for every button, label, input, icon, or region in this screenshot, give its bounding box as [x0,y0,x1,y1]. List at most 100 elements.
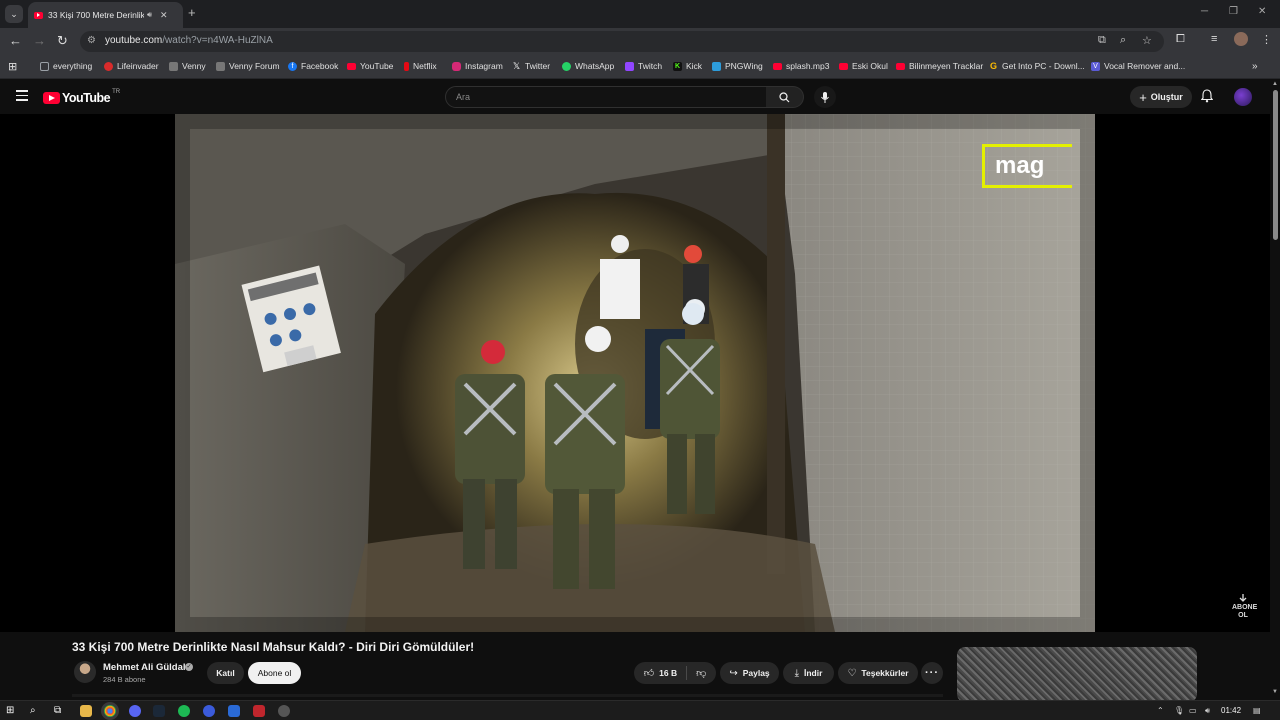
profile-avatar[interactable] [1234,32,1248,46]
microphone-tray-icon[interactable]: 🎙︎ [1174,706,1184,715]
search-button[interactable] [766,86,804,108]
minimize-button[interactable]: ─ [1201,6,1208,17]
windows-start-icon[interactable]: ⊞ [6,705,18,717]
page-scrollbar[interactable]: ▲ ▼ [1270,80,1280,700]
bookmarks-overflow-icon[interactable]: » [1252,61,1258,72]
like-count[interactable]: 16 B [659,668,677,678]
window-close-button[interactable]: ✕ [1258,6,1266,17]
channel-name[interactable]: Mehmet Ali Güldal [103,662,186,673]
notifications-tray-icon[interactable]: ▤ [1253,706,1261,715]
back-arrow-icon[interactable]: ← [9,33,22,48]
bookmark-label: Vocal Remover and... [1104,61,1186,71]
taskbar-clock[interactable]: 01:42 [1221,706,1241,715]
browser-toolbar: ← → ↻ ⚙︎ youtube.com/watch?v=n4WA-HuZlNA… [0,28,1280,55]
whatsapp-icon [562,61,571,71]
forward-arrow-icon[interactable]: → [33,33,46,48]
scroll-up-arrow-icon[interactable]: ▲ [1272,81,1278,87]
bookmark-youtube[interactable]: YouTube [347,61,393,71]
youtube-wordmark: YouTube [62,91,111,105]
region-code: TR [112,89,121,95]
reload-icon[interactable]: ↻ [57,33,68,49]
volume-icon[interactable]: 🔊︎ [1205,706,1210,716]
steam-icon[interactable] [153,705,165,717]
url-text[interactable]: youtube.com/watch?v=n4WA-HuZlNA [105,35,273,46]
address-bar[interactable]: ⚙︎ youtube.com/watch?v=n4WA-HuZlNA ⧉ ⌕ ☆ [80,31,1164,52]
install-app-icon[interactable]: ⧉ [1098,34,1106,47]
notifications-bell-icon[interactable] [1201,89,1213,103]
suggested-video-thumbnail[interactable] [957,647,1197,702]
bookmark-everything[interactable]: everything [40,61,92,71]
bookmark-eski-okul[interactable]: Eski Okul [839,61,888,71]
bookmark-star-icon[interactable]: ☆ [1142,34,1152,47]
bookmark-label: Get Into PC - Downl... [1002,61,1085,71]
download-button[interactable]: ⤓ İndir [783,662,834,684]
bookmark-venny-forum[interactable]: Venny Forum [216,61,280,71]
venny-icon [216,61,225,71]
instagram-icon [452,61,461,71]
bookmark-get-into-pc[interactable]: G Get Into PC - Downl... [989,61,1085,71]
thumbs-up-icon[interactable]: 👍︎ [644,667,654,679]
settings-gear-icon[interactable] [278,705,290,717]
bookmark-pngwing[interactable]: PNGWing [712,61,763,71]
bookmark-instagram[interactable]: Instagram [452,61,503,71]
discord-icon[interactable] [129,705,141,717]
voice-search-button[interactable] [814,86,836,108]
bookmark-facebook[interactable]: f Facebook [288,61,338,71]
tab-close-icon[interactable]: ✕ [160,10,168,21]
site-info-icon[interactable]: ⚙︎ [87,35,96,46]
youtube-logo[interactable]: YouTube TR [43,89,121,105]
description-box-edge [72,694,943,697]
bookmark-label: Eski Okul [852,61,888,71]
restore-button[interactable]: ❐ [1229,6,1238,17]
user-avatar[interactable] [1234,88,1252,106]
apps-grid-icon[interactable]: ⊞ [8,60,17,73]
app-icon-red[interactable] [253,705,265,717]
create-label: Oluştur [1150,92,1183,102]
bookmark-venny[interactable]: Venny [169,61,206,71]
bookmark-twitter[interactable]: 𝕏 Twitter [512,61,550,71]
bookmark-splash[interactable]: splash.mp3 [773,61,829,71]
tray-overflow-chevron-icon[interactable]: ⌃ [1157,706,1164,715]
thumbs-down-icon[interactable]: 👎︎ [696,667,706,679]
zoom-icon[interactable]: ⌕ [1120,34,1126,47]
video-player[interactable] [175,114,1095,632]
share-button[interactable]: ↪ Paylaş [720,662,779,684]
subscribe-button[interactable]: Abone ol [248,662,301,684]
media-controls-icon[interactable]: ≡ [1211,33,1217,45]
speaker-icon[interactable]: 🔊︎ [147,10,152,20]
tab-search-button[interactable]: ⌄ [5,5,23,23]
scroll-down-arrow-icon[interactable]: ▼ [1272,689,1278,695]
extensions-icon[interactable]: ⧠ [1176,33,1185,46]
thanks-button[interactable]: ♡ Teşekkürler [838,662,918,684]
task-view-icon[interactable]: ⧉ [54,705,66,717]
video-frame-mine-tunnel [175,114,1095,632]
bookmark-whatsapp[interactable]: WhatsApp [562,61,614,71]
bookmark-label: Venny [182,61,206,71]
create-button[interactable]: + Oluştur [1130,86,1192,108]
chrome-icon[interactable] [104,705,116,717]
spotify-icon[interactable] [178,705,190,717]
join-button[interactable]: Katıl [207,662,244,684]
bookmark-lifeinvader[interactable]: Lifeinvader [104,61,159,71]
more-actions-button[interactable]: ··· [921,662,943,684]
bookmark-bilinmeyen-tracklar[interactable]: Bilinmeyen Tracklar [896,61,983,71]
taskbar-search-icon[interactable]: ⌕ [30,705,42,717]
bookmark-vocal-remover[interactable]: V Vocal Remover and... [1091,61,1185,71]
browser-menu-icon[interactable]: ⋮ [1261,33,1272,46]
network-icon[interactable]: ▭ [1189,706,1197,715]
new-tab-button[interactable]: + [188,5,196,20]
bookmark-twitch[interactable]: Twitch [625,61,662,71]
app-icon-blue[interactable] [228,705,240,717]
bookmark-netflix[interactable]: Netflix [404,61,437,71]
search-input[interactable] [456,92,756,102]
hamburger-menu-icon[interactable] [16,90,28,104]
subscribe-watermark-badge[interactable]: ABONE OL [1232,594,1257,620]
channel-avatar[interactable] [74,661,96,683]
bookmark-label: WhatsApp [575,61,615,71]
venny-icon [169,61,178,71]
bookmark-kick[interactable]: K Kick [673,61,702,71]
browser-tab-active[interactable]: 33 Kişi 700 Metre Derinlikte Nasıl Mahsu… [28,2,183,28]
vpn-icon[interactable] [203,705,215,717]
scrollbar-thumb[interactable] [1273,90,1278,240]
file-explorer-icon[interactable] [80,705,92,717]
